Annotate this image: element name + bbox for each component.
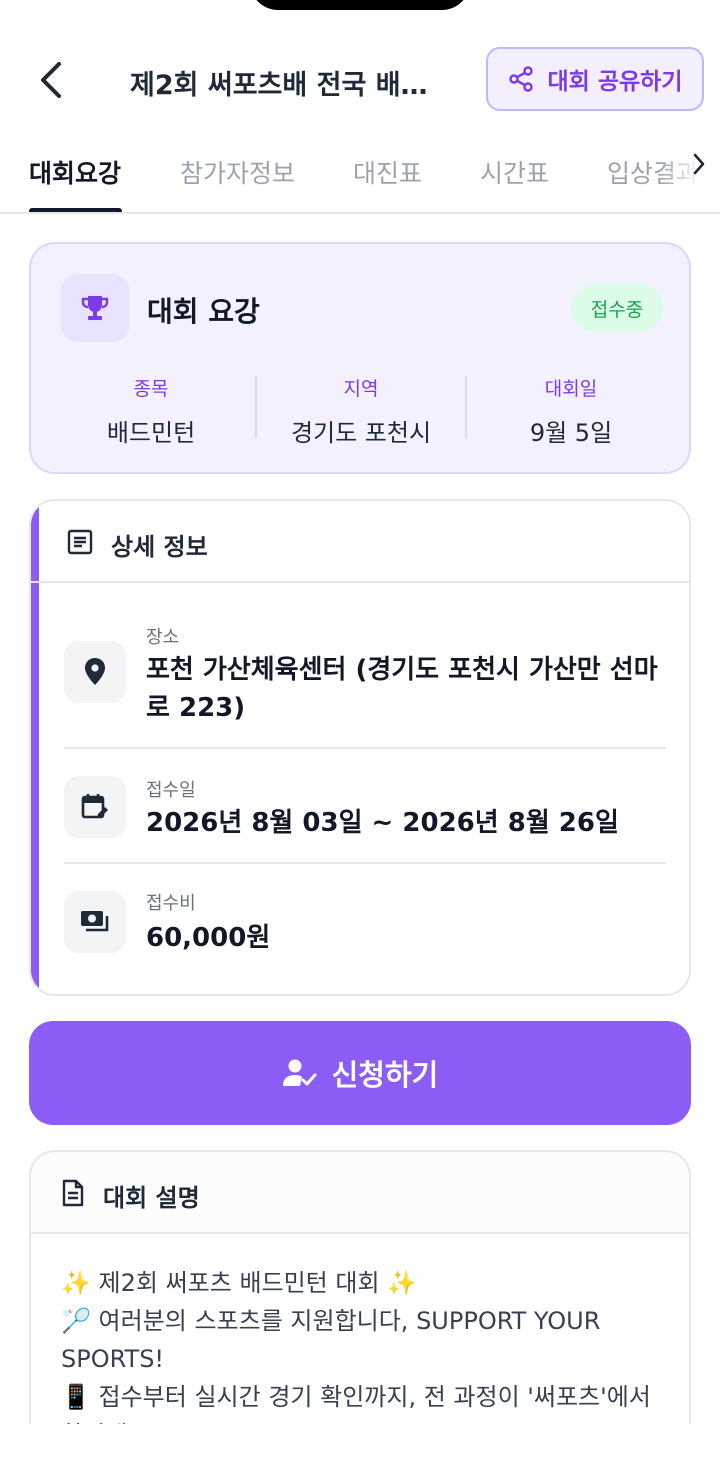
info-date-value: 9월 5일 — [529, 419, 613, 447]
tab-bar: 대회요강 참가자정보 대진표 시간표 입상결과 — [0, 130, 720, 214]
top-app-bar: 제2회 써포츠배 전국 배드민턴 대회 대회 공유하기 — [0, 45, 720, 115]
registration-label: 접수일 — [146, 780, 196, 801]
detail-title: 상세 정보 — [111, 533, 208, 561]
info-sport-value: 배드민턴 — [106, 419, 196, 447]
apply-button-label: 신청하기 — [331, 1058, 439, 1092]
share-icon — [508, 66, 533, 92]
fee-icon-box — [64, 891, 126, 953]
tab-schedule[interactable]: 시간표 — [480, 154, 549, 190]
share-button[interactable]: 대회 공유하기 — [486, 47, 704, 111]
tab-fade — [660, 130, 720, 212]
bottom-safe-area — [0, 1424, 720, 1461]
description-title: 대회 설명 — [103, 1184, 200, 1212]
apply-button[interactable]: 신청하기 — [29, 1021, 691, 1125]
info-region-label: 지역 — [343, 378, 379, 400]
description-header: 대회 설명 — [31, 1152, 689, 1234]
description-line: ✨ 제2회 써포츠 배드민턴 대회 ✨ — [61, 1269, 418, 1297]
detail-card: 상세 정보 장소 포천 가산체육센터 (경기도 포천시 가산만 선마로 223)… — [29, 499, 691, 996]
fee-label: 접수비 — [146, 893, 196, 914]
detail-row-venue: 장소 포천 가산체육센터 (경기도 포천시 가산만 선마로 223) — [64, 621, 666, 731]
status-badge: 접수중 — [571, 284, 663, 332]
summary-card: 대회 요강 접수중 종목 배드민턴 지역 경기도 포천시 대회일 9월 5일 — [29, 242, 691, 474]
venue-label: 장소 — [146, 627, 180, 648]
user-check-icon — [282, 1059, 317, 1086]
device-notch — [250, 0, 470, 10]
location-pin-icon — [85, 658, 105, 685]
info-date: 대회일 9월 5일 — [466, 374, 676, 448]
summary-title: 대회 요강 — [147, 295, 260, 328]
article-icon — [67, 529, 93, 555]
fee-value: 60,000원 — [146, 923, 271, 953]
active-tab-indicator — [29, 208, 122, 212]
detail-row-registration: 접수일 2026년 8월 03일 ~ 2026년 8월 26일 — [64, 776, 666, 866]
row-divider — [64, 862, 666, 864]
description-line: 🏸 여러분의 스포츠를 지원합니다, SUPPORT YOUR SPORTS! — [61, 1307, 601, 1373]
description-card: 대회 설명 ✨ 제2회 써포츠 배드민턴 대회 ✨ 🏸 여러분의 스포츠를 지원… — [29, 1150, 691, 1461]
money-icon — [81, 911, 109, 932]
detail-row-fee: 접수비 60,000원 — [64, 889, 666, 979]
tab-participants[interactable]: 참가자정보 — [180, 154, 295, 190]
back-button[interactable] — [30, 55, 72, 105]
chevron-left-icon — [41, 62, 61, 98]
page-title: 제2회 써포츠배 전국 배드민턴 대회 — [130, 70, 440, 101]
tab-overview[interactable]: 대회요강 — [29, 154, 121, 190]
trophy-icon — [81, 296, 109, 320]
detail-header: 상세 정보 — [31, 501, 689, 583]
row-divider — [64, 747, 666, 749]
chevron-right-icon — [693, 153, 705, 175]
calendar-edit-icon — [81, 794, 108, 819]
info-date-label: 대회일 — [544, 378, 598, 400]
trophy-icon-box — [61, 274, 129, 342]
tab-bracket[interactable]: 대진표 — [353, 154, 422, 190]
share-button-label: 대회 공유하기 — [547, 69, 683, 95]
document-icon — [62, 1179, 84, 1207]
info-region: 지역 경기도 포천시 — [256, 374, 466, 448]
info-region-value: 경기도 포천시 — [290, 419, 432, 447]
info-sport-label: 종목 — [133, 378, 169, 400]
info-sport: 종목 배드민턴 — [46, 374, 256, 448]
registration-icon-box — [64, 776, 126, 838]
tab-scroll-button[interactable] — [692, 152, 706, 180]
venue-value: 포천 가산체육센터 (경기도 포천시 가산만 선마로 223) — [146, 655, 658, 723]
venue-icon-box — [64, 641, 126, 703]
registration-value: 2026년 8월 03일 ~ 2026년 8월 26일 — [146, 808, 619, 838]
